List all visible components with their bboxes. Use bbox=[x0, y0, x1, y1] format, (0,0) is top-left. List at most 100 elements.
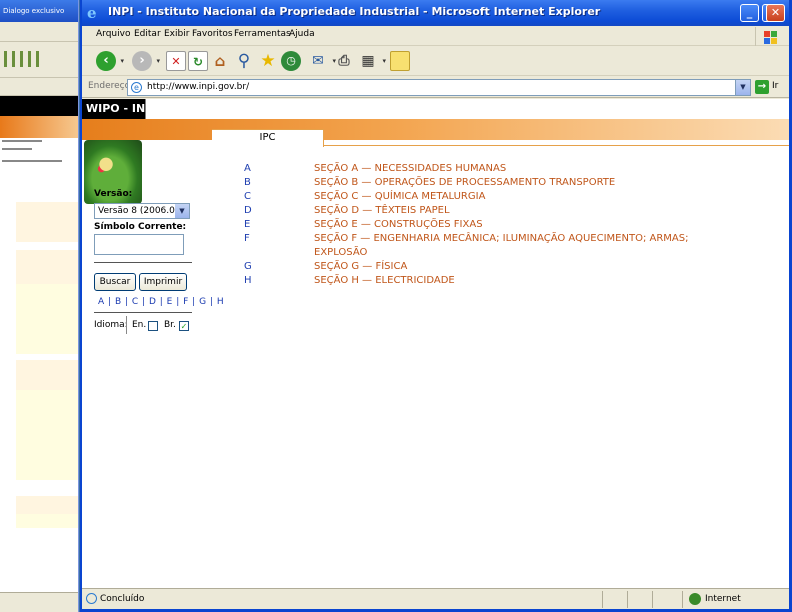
background-window-content bbox=[0, 140, 78, 590]
section-link[interactable]: SEÇÃO A — NECESSIDADES HUMANAS bbox=[314, 162, 744, 176]
page-content: WIPO - INPI Versão: Versão 8 (2006.01) ▼… bbox=[82, 99, 789, 588]
windows-logo-icon bbox=[755, 27, 783, 46]
page-done-icon bbox=[86, 593, 97, 604]
section-link[interactable]: SEÇÃO G — FÍSICA bbox=[314, 260, 744, 274]
lang-en-label: En. bbox=[132, 320, 147, 330]
address-input[interactable]: e http://www.inpi.gov.br/ ▼ bbox=[127, 79, 751, 96]
address-bar: Endereço e http://www.inpi.gov.br/ ▼ → I… bbox=[82, 77, 789, 98]
edit-icon[interactable]: ▦ ▾ bbox=[358, 51, 386, 71]
menu-arquivo[interactable]: Arquivo bbox=[96, 29, 130, 39]
globe-icon bbox=[689, 593, 701, 605]
status-divider bbox=[652, 591, 653, 608]
print-icon[interactable]: ⎙ bbox=[334, 51, 354, 71]
background-window-address bbox=[0, 78, 78, 96]
search-icon[interactable]: ⚲ bbox=[234, 51, 254, 71]
toolbar-glyph-icon bbox=[36, 51, 39, 67]
section-letter: D bbox=[244, 205, 252, 216]
section-letter: E bbox=[244, 219, 251, 230]
menu-ferramentas[interactable]: Ferramentas bbox=[234, 29, 291, 39]
section-link[interactable]: SEÇÃO B — OPERAÇÕES DE PROCESSAMENTO TRA… bbox=[314, 176, 744, 190]
background-window-toolbar bbox=[0, 42, 78, 78]
background-window[interactable]: Dialogo exclusivo bbox=[0, 0, 79, 612]
favorites-icon[interactable]: ★ bbox=[258, 51, 278, 71]
lang-br-checkbox[interactable]: ✓ bbox=[179, 321, 189, 331]
version-label: Versão: bbox=[94, 189, 133, 199]
minimize-button[interactable]: _ bbox=[740, 4, 759, 22]
section-letter: A bbox=[244, 163, 251, 174]
section-link[interactable]: SEÇÃO D — TÊXTEIS PAPEL bbox=[314, 204, 744, 218]
letter-link-b[interactable]: B bbox=[115, 297, 122, 307]
lang-br-label: Br. bbox=[164, 320, 176, 330]
sidebar-divider bbox=[94, 262, 192, 263]
zone-label: Internet bbox=[705, 594, 741, 604]
back-icon[interactable]: ‹ ▾ bbox=[96, 51, 124, 71]
background-window-menubar bbox=[0, 22, 78, 42]
go-arrow-icon[interactable]: → bbox=[755, 80, 769, 94]
chevron-down-icon[interactable]: ▼ bbox=[175, 204, 189, 218]
menu-exibir[interactable]: Exibir bbox=[164, 29, 189, 39]
toolbar-glyph-icon bbox=[28, 51, 31, 67]
tool-bar: ‹ ▾ › ▾ ✕ ↻ ⌂ ⚲ ★ ◷ ✉ ▾ ⎙ ▦ ▾ bbox=[82, 46, 789, 76]
discuss-icon[interactable] bbox=[390, 51, 410, 71]
section-letter: G bbox=[244, 261, 252, 272]
desktop: Dialogo exclusivo e INPI - Instituto Nac… bbox=[0, 0, 792, 612]
section-link[interactable]: SEÇÃO C — QUÍMICA METALURGIA bbox=[314, 190, 744, 204]
menu-favoritos[interactable]: Favoritos bbox=[192, 29, 233, 39]
sidebar: Versão: Versão 8 (2006.01) ▼ Símbolo Cor… bbox=[82, 140, 224, 588]
address-label: Endereço bbox=[88, 81, 131, 91]
menu-editar[interactable]: Editar bbox=[134, 29, 161, 39]
toolbar-glyph-icon bbox=[4, 51, 7, 67]
letter-link-g[interactable]: G bbox=[199, 297, 206, 307]
lang-en-checkbox[interactable] bbox=[148, 321, 158, 331]
letter-link-e[interactable]: E bbox=[167, 297, 173, 307]
address-dropdown-icon[interactable]: ▼ bbox=[735, 80, 750, 95]
toolbar-glyph-icon bbox=[20, 51, 23, 67]
letter-link-c[interactable]: C bbox=[132, 297, 139, 307]
version-value: Versão 8 (2006.01) bbox=[98, 206, 185, 216]
letter-link-f[interactable]: F bbox=[183, 297, 189, 307]
section-letter: C bbox=[244, 191, 251, 202]
section-letter: F bbox=[244, 233, 250, 244]
language-label: Idioma: bbox=[94, 320, 128, 330]
status-bar: Concluído Internet bbox=[82, 588, 789, 609]
ipc-panel: IPC A SEÇÃO A — NECESSIDADES HUMANAS B S… bbox=[212, 129, 789, 529]
status-divider bbox=[627, 591, 628, 608]
toolbar-glyph-icon bbox=[12, 51, 15, 67]
history-icon[interactable]: ◷ bbox=[281, 51, 301, 71]
stop-icon[interactable]: ✕ bbox=[166, 51, 186, 71]
background-window-header bbox=[0, 96, 78, 116]
wipo-title: WIPO - INPI bbox=[86, 102, 158, 115]
close-button[interactable]: ✕ bbox=[766, 4, 785, 22]
section-letter: B bbox=[244, 177, 251, 188]
status-divider bbox=[602, 591, 603, 608]
symbol-input[interactable] bbox=[94, 234, 184, 255]
status-text: Concluído bbox=[100, 594, 145, 604]
section-link[interactable]: SEÇÃO H — ELECTRICIDADE bbox=[314, 274, 744, 288]
menu-ajuda[interactable]: Ajuda bbox=[289, 29, 315, 39]
version-select[interactable]: Versão 8 (2006.01) ▼ bbox=[94, 203, 190, 219]
internet-explorer-icon: e bbox=[87, 4, 97, 22]
section-link[interactable]: SEÇÃO F — ENGENHARIA MECÂNICA; ILUMINAÇÃ… bbox=[314, 232, 744, 260]
letter-link-a[interactable]: A bbox=[98, 297, 105, 307]
title-bar[interactable]: e INPI - Instituto Nacional da Proprieda… bbox=[82, 0, 789, 26]
background-window-banner bbox=[0, 116, 78, 138]
go-button[interactable]: Ir bbox=[772, 81, 778, 91]
section-letter-links: A | B | C | D | E | F | G | H bbox=[98, 297, 225, 307]
letter-link-d[interactable]: D bbox=[149, 297, 156, 307]
page-icon: e bbox=[131, 82, 142, 93]
section-letter: H bbox=[244, 275, 252, 286]
mail-icon[interactable]: ✉ ▾ bbox=[308, 51, 336, 71]
search-button[interactable]: Buscar bbox=[94, 273, 136, 291]
window-title: INPI - Instituto Nacional da Propriedade… bbox=[108, 5, 601, 18]
background-window-title[interactable]: Dialogo exclusivo bbox=[0, 0, 78, 22]
section-link[interactable]: SEÇÃO E — CONSTRUÇÕES FIXAS bbox=[314, 218, 744, 232]
home-icon[interactable]: ⌂ bbox=[210, 51, 230, 71]
tab-ipc[interactable]: IPC bbox=[212, 129, 324, 147]
print-button[interactable]: Imprimir bbox=[139, 273, 187, 291]
forward-icon[interactable]: › ▾ bbox=[132, 51, 160, 71]
wipo-header: WIPO - INPI bbox=[82, 99, 789, 119]
address-url[interactable]: http://www.inpi.gov.br/ bbox=[147, 82, 249, 92]
refresh-icon[interactable]: ↻ bbox=[188, 51, 208, 71]
security-zone[interactable]: Internet bbox=[682, 591, 786, 608]
menu-bar: Arquivo Editar Exibir Favoritos Ferramen… bbox=[82, 26, 789, 46]
